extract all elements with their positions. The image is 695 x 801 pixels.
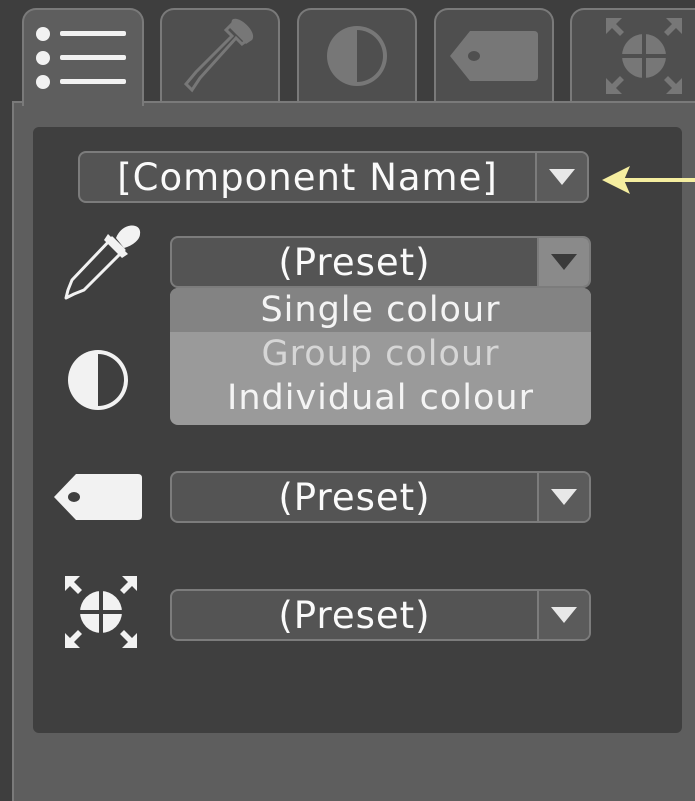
list-icon <box>36 27 126 89</box>
tab-eyedropper[interactable] <box>160 8 280 102</box>
menu-option-group-colour[interactable]: Group colour <box>170 332 591 376</box>
tag-icon <box>450 31 538 81</box>
colour-select-value: (Preset) <box>278 240 431 284</box>
scale-select-value: (Preset) <box>278 593 431 637</box>
chevron-down-icon <box>551 254 577 270</box>
label-select[interactable]: (Preset) <box>170 471 591 523</box>
tab-scale[interactable] <box>570 8 695 102</box>
menu-option-individual-colour[interactable]: Individual colour <box>170 376 591 420</box>
eyedropper-icon <box>64 225 141 300</box>
scale-select[interactable]: (Preset) <box>170 589 591 641</box>
chevron-down-icon <box>549 169 575 185</box>
label-select-value: (Preset) <box>278 475 431 519</box>
colour-select[interactable]: (Preset) <box>170 236 591 288</box>
contrast-icon <box>68 350 128 410</box>
pointer-arrow-icon <box>602 166 695 194</box>
tab-contrast[interactable] <box>297 8 417 102</box>
tag-icon <box>54 474 142 520</box>
colour-options-menu: Single colour Group colour Individual co… <box>170 288 591 425</box>
tab-list[interactable] <box>22 8 144 106</box>
colour-select-arrow[interactable] <box>537 238 589 286</box>
component-select-arrow[interactable] <box>535 153 587 201</box>
component-select-value: [Component Name] <box>117 155 498 199</box>
component-select[interactable]: [Component Name] <box>78 151 589 203</box>
tab-label[interactable] <box>434 8 554 102</box>
scale-select-arrow[interactable] <box>537 591 589 639</box>
contrast-icon <box>327 26 387 86</box>
scale-icon <box>606 18 682 94</box>
chevron-down-icon <box>551 489 577 505</box>
chevron-down-icon <box>551 607 577 623</box>
menu-option-single-colour[interactable]: Single colour <box>170 288 591 332</box>
scale-icon <box>65 576 137 648</box>
eyedropper-icon <box>183 18 254 93</box>
label-select-arrow[interactable] <box>537 473 589 521</box>
